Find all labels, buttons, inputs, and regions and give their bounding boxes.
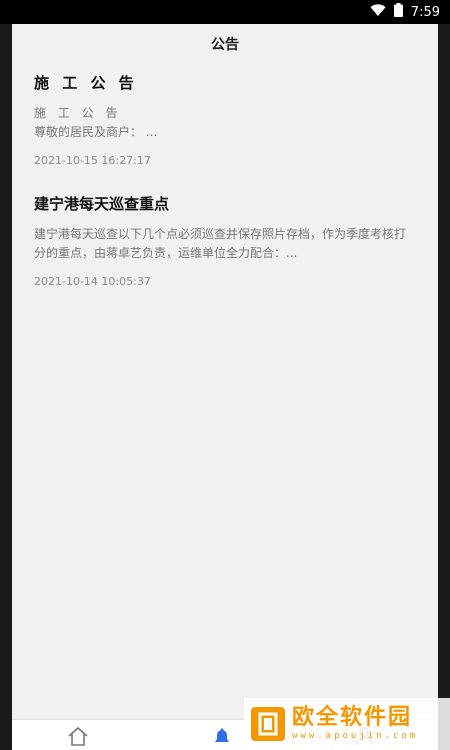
announcement-preview-text: 建宁港每天巡查以下几个点必须巡查并保存照片存档，作为季度考核打分的重点，由蒋卓艺… — [34, 227, 407, 260]
watermark-main-text: 欧全软件园 — [292, 705, 413, 730]
page-title: 公告 — [211, 37, 239, 53]
announcement-time: 2021-10-15 16:27:17 — [34, 154, 151, 167]
announcement-subtitle: 施 工 公 告 — [34, 106, 122, 120]
battery-icon — [393, 3, 403, 21]
watermark-url: www.apoujin.com — [292, 731, 419, 741]
announcement-time: 2021-10-14 10:05:37 — [34, 275, 151, 288]
status-time: 7:59 — [410, 4, 440, 20]
announcement-preview: 建宁港每天巡查以下几个点必须巡查并保存照片存档，作为季度考核打分的重点，由蒋卓艺… — [34, 225, 416, 263]
announcement-item[interactable]: 建宁港每天巡查重点 建宁港每天巡查以下几个点必须巡查并保存照片存档，作为季度考核… — [12, 193, 438, 288]
announcement-preview: 施 工 公 告 尊敬的居民及商户： ... — [34, 104, 416, 142]
announcement-title: 建宁港每天巡查重点 — [34, 195, 170, 213]
home-icon[interactable] — [66, 726, 96, 750]
watermark-logo-icon — [250, 706, 286, 742]
announcement-screen: 公告 施 工 公 告 施 工 公 告 尊敬的居民及商户： ... 2021-10… — [12, 24, 438, 750]
wifi-icon — [370, 3, 386, 21]
announcement-preview-text: 尊敬的居民及商户： ... — [34, 125, 158, 139]
bell-icon[interactable] — [210, 726, 240, 750]
status-bar: 7:59 — [0, 0, 450, 24]
watermark-text: 欧全软件园 www.apoujin.com — [292, 706, 418, 742]
announcement-title: 施 工 公 告 — [34, 74, 138, 92]
announcement-item[interactable]: 施 工 公 告 施 工 公 告 尊敬的居民及商户： ... 2021-10-15… — [12, 72, 438, 167]
watermark: 欧全软件园 www.apoujin.com — [244, 698, 450, 750]
top-bar: 公告 — [12, 24, 438, 64]
announcement-list: 施 工 公 告 施 工 公 告 尊敬的居民及商户： ... 2021-10-15… — [12, 72, 438, 288]
